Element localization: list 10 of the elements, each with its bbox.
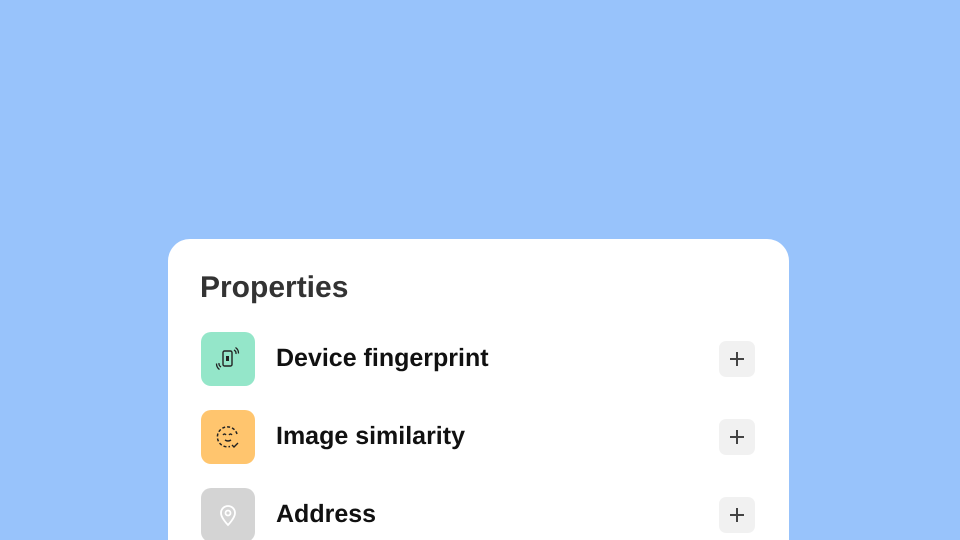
plus-icon [730,508,744,522]
property-label: Device fingerprint [276,343,490,374]
add-button[interactable] [719,497,755,533]
add-button[interactable] [719,419,755,455]
plus-icon [730,430,744,444]
property-label: Address [276,499,378,530]
panel-title: Properties [200,271,350,304]
plus-icon [730,352,744,366]
property-label: Image similarity [276,421,466,452]
add-button[interactable] [719,341,755,377]
